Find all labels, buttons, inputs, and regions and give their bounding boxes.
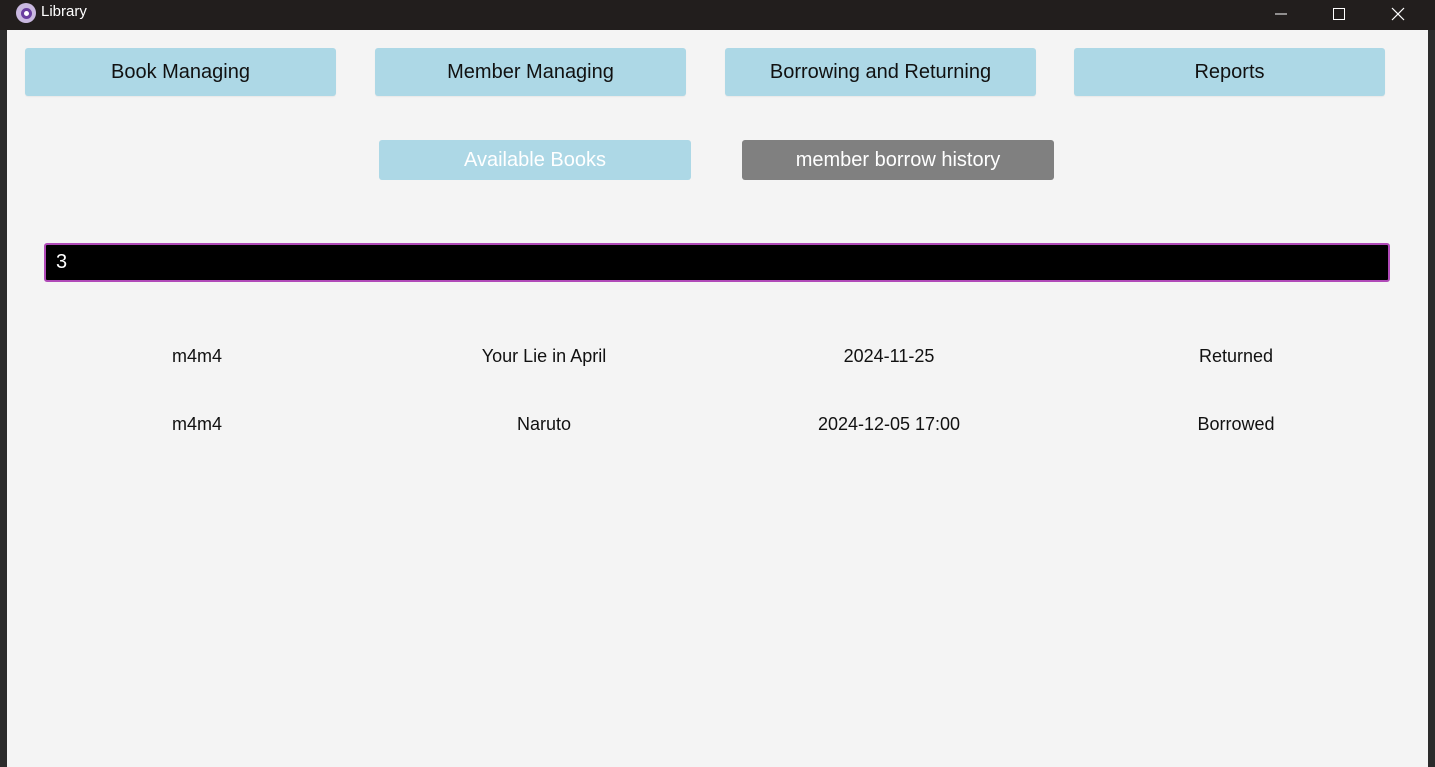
maximize-icon [1333, 8, 1345, 20]
status-cell: Returned [1198, 346, 1274, 366]
background-strip-left [0, 30, 7, 767]
history-row: m4m4 Naruto 2024-12-05 17:00 Borrowed [7, 409, 1428, 439]
status-cell: Borrowed [1197, 414, 1275, 434]
date-cell: 2024-11-25 [843, 346, 935, 366]
close-icon [1391, 7, 1405, 21]
book-cell: Your Lie in April [481, 346, 607, 366]
history-row: m4m4 Your Lie in April 2024-11-25 Return… [7, 341, 1428, 371]
minimize-icon [1275, 13, 1287, 15]
minimize-button[interactable] [1258, 0, 1304, 28]
title-bar: Library [0, 0, 1435, 30]
member-cell: m4m4 [171, 346, 222, 366]
window-title: Library [41, 3, 87, 20]
maximize-button[interactable] [1316, 0, 1362, 28]
close-button[interactable] [1375, 0, 1421, 28]
book-managing-button[interactable]: Book Managing [25, 48, 336, 96]
member-managing-button[interactable]: Member Managing [375, 48, 686, 96]
background-strip-right [1428, 30, 1435, 767]
app-window: Book Managing Member Managing Borrowing … [7, 0, 1428, 767]
reports-button[interactable]: Reports [1074, 48, 1385, 96]
member-cell: m4m4 [171, 414, 222, 434]
book-cell: Naruto [516, 414, 572, 434]
date-cell: 2024-12-05 17:00 [817, 414, 961, 434]
app-logo-icon [16, 3, 36, 23]
borrowing-returning-button[interactable]: Borrowing and Returning [725, 48, 1036, 96]
available-books-button[interactable]: Available Books [379, 140, 691, 180]
member-borrow-history-button[interactable]: member borrow history [742, 140, 1054, 180]
member-search-input[interactable] [44, 243, 1390, 282]
